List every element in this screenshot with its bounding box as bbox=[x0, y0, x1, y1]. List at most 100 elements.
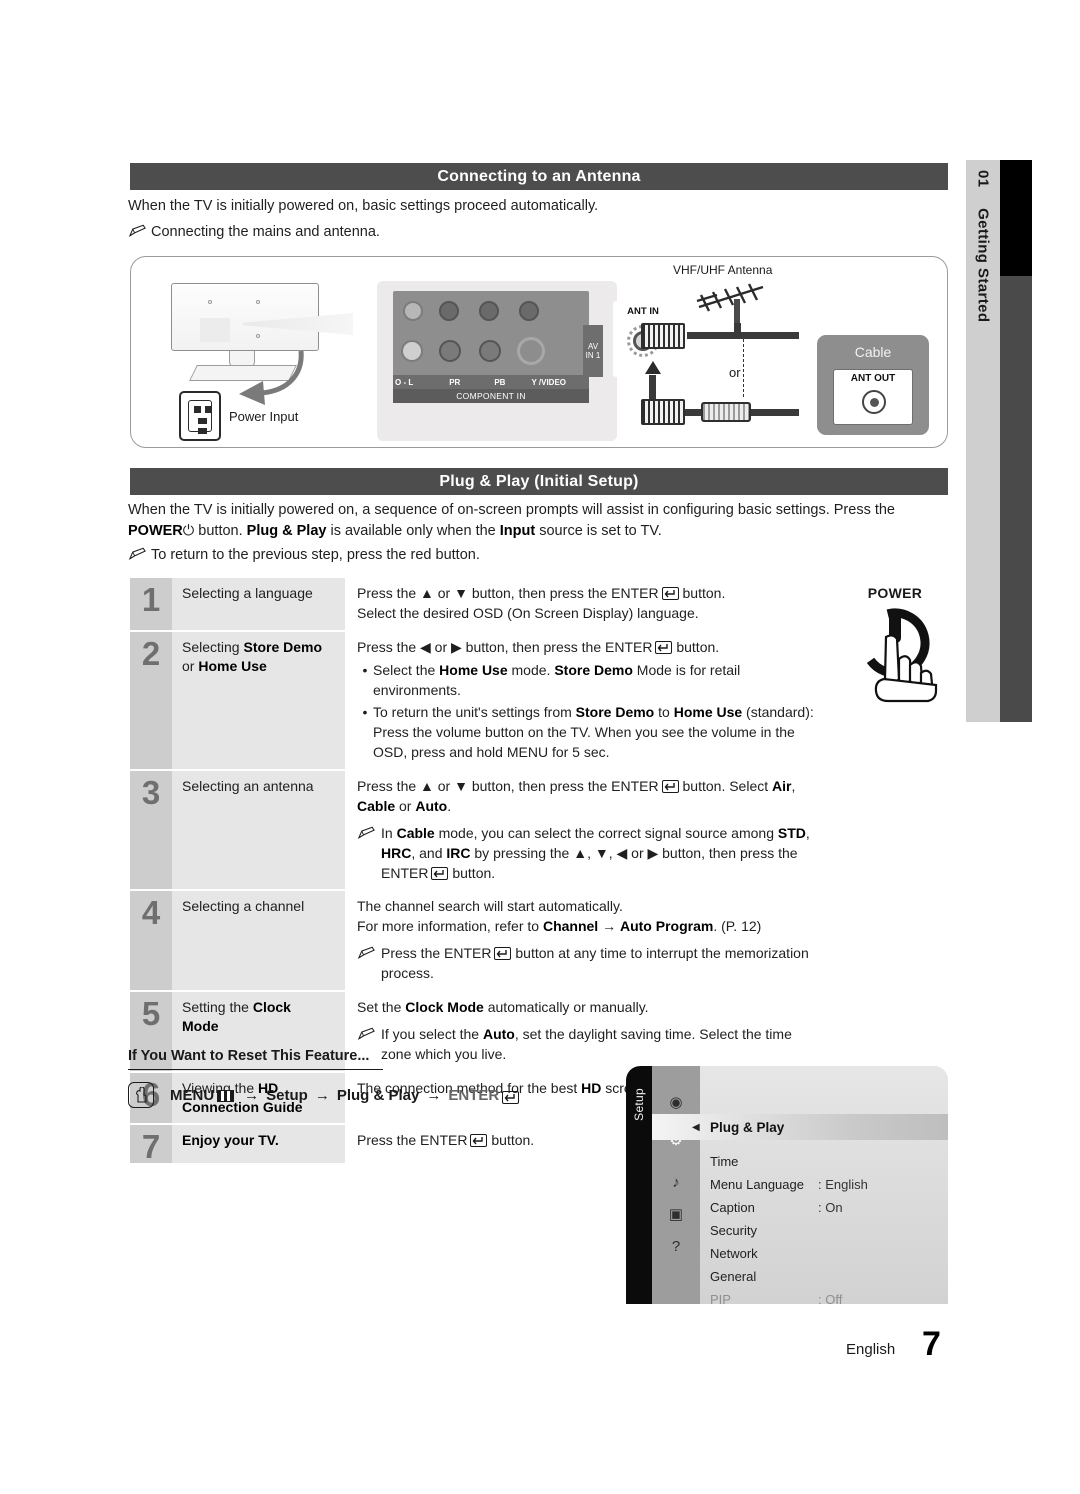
step-desc-line: Set the Clock Mode automatically or manu… bbox=[357, 998, 649, 1015]
jack-top-1 bbox=[403, 301, 423, 321]
reset-setup-label: Setup bbox=[266, 1086, 308, 1104]
coax-connector-bottom bbox=[641, 399, 685, 425]
section-heading-antenna: Connecting to an Antenna bbox=[130, 163, 948, 190]
osd-item[interactable]: Menu Language: English bbox=[700, 1173, 948, 1196]
osd-menu-list: ◀Plug & Play▶TimeMenu Language: EnglishC… bbox=[652, 1066, 948, 1304]
pencil-icon bbox=[357, 826, 376, 840]
section-heading-plug-play: Plug & Play (Initial Setup) bbox=[130, 468, 948, 495]
step-row: 1 Selecting a language Press the ▲ or ▼ bu… bbox=[130, 578, 820, 632]
osd-item-value: : Off bbox=[818, 1292, 843, 1304]
step-bullet: • Select the Home Use mode. Store Demo Mo… bbox=[357, 661, 820, 701]
step-title: Selecting a language bbox=[172, 578, 345, 630]
jack-top-4 bbox=[519, 301, 539, 321]
pencil-icon bbox=[357, 944, 381, 984]
osd-item-value: : English bbox=[818, 1177, 868, 1192]
step-number: 3 bbox=[130, 771, 172, 890]
osd-item[interactable]: Security bbox=[700, 1219, 948, 1242]
step-desc-line: Press the ◀ or ▶ button, then press the … bbox=[357, 638, 720, 655]
step-note: Press the ENTER button at any time to in… bbox=[357, 944, 820, 984]
osd-item[interactable]: General bbox=[700, 1265, 948, 1288]
component-in-label: COMPONENT IN bbox=[393, 389, 589, 403]
step-number: 4 bbox=[130, 891, 172, 990]
step-row: 2 Selecting Store Demo or Home Use Press th… bbox=[130, 631, 820, 771]
jack-label-audio-l: O - L bbox=[395, 377, 414, 387]
step-desc-line: For more information, refer to Channel →… bbox=[357, 918, 762, 935]
av-in-1-line1: AV bbox=[587, 341, 599, 351]
osd-sound-icon[interactable]: ♪ bbox=[662, 1170, 690, 1194]
reset-arrow-2: → bbox=[314, 1086, 330, 1104]
av-in-1-tab: AV IN 1 bbox=[583, 325, 603, 377]
osd-tab-strip: Setup bbox=[626, 1066, 652, 1304]
jack-bottom-pr bbox=[439, 340, 461, 362]
bullet-dot-icon: • bbox=[362, 704, 368, 721]
or-label: or bbox=[729, 365, 741, 380]
osd-item[interactable]: Time bbox=[700, 1150, 948, 1173]
reset-enter-label: ENTER bbox=[448, 1086, 500, 1104]
pencil-icon bbox=[128, 547, 147, 561]
caret-left-icon: ◀ bbox=[692, 1121, 700, 1133]
osd-input-icon[interactable]: ▣ bbox=[662, 1202, 690, 1226]
osd-item-label: Network bbox=[710, 1246, 758, 1261]
jack-label-pr: PR bbox=[449, 377, 461, 387]
jack-bottom-audio-l bbox=[401, 340, 423, 362]
step-note-text: In Cable mode, you can select the correc… bbox=[381, 824, 810, 881]
chapter-side-tab-text: 01 Getting Started bbox=[975, 160, 992, 322]
step-number: 1 bbox=[130, 578, 172, 630]
jack-label-y-video: Y /VIDEO bbox=[531, 377, 566, 387]
step-title: Selecting an antenna bbox=[172, 771, 345, 890]
cable-box-label: Cable bbox=[854, 344, 892, 360]
step-title: Selecting Store Demo or Home Use bbox=[172, 631, 345, 769]
panel-jack-labels-strip: O - L PR PB Y /VIDEO bbox=[393, 375, 589, 389]
cable-box-illustration: Cable ANT OUT bbox=[817, 335, 929, 435]
step-desc-line: Press the ▲ or ▼ button, then press the … bbox=[357, 585, 726, 601]
step-row: 4 Selecting a channel The channel search w… bbox=[130, 891, 820, 992]
enter-icon bbox=[494, 947, 512, 961]
osd-item[interactable]: Network bbox=[700, 1242, 948, 1265]
osd-item[interactable]: PIP: Off bbox=[700, 1288, 948, 1304]
step-description: Set the Clock Mode automatically or manu… bbox=[345, 991, 820, 1071]
step-note: If you select the Auto, set the daylight… bbox=[357, 1025, 820, 1065]
plug-play-intro-paragraph: When the TV is initially powered on, a s… bbox=[128, 500, 948, 542]
osd-item-label: Caption bbox=[710, 1200, 755, 1215]
pp-text-2: button. bbox=[194, 523, 247, 540]
step-number: 2 bbox=[130, 631, 172, 769]
power-input-label: Power Input bbox=[229, 409, 299, 424]
jack-label-pb: PB bbox=[494, 377, 506, 387]
enter-icon bbox=[431, 866, 449, 880]
ant-out-port-box: ANT OUT bbox=[833, 369, 913, 425]
osd-item[interactable]: Caption: On bbox=[700, 1196, 948, 1219]
chapter-side-tab: 01 Getting Started bbox=[966, 160, 1000, 722]
cable-cable-arrow bbox=[645, 361, 661, 374]
reset-arrow-1: → bbox=[244, 1086, 260, 1104]
osd-item-selected[interactable]: ◀Plug & Play▶ bbox=[652, 1114, 948, 1140]
ant-out-label: ANT OUT bbox=[850, 373, 896, 384]
enter-icon bbox=[470, 1134, 488, 1148]
step-note: In Cable mode, you can select the correc… bbox=[357, 824, 820, 884]
jack-bottom-y-video bbox=[517, 337, 545, 365]
step-title: Enjoy your TV. bbox=[172, 1125, 345, 1164]
reset-menu-label: MENU bbox=[170, 1086, 215, 1104]
or-divider-line bbox=[743, 339, 744, 397]
manual-page: 01 Getting Started Connecting to an Ante… bbox=[0, 0, 1080, 1494]
enter-icon bbox=[655, 640, 673, 654]
osd-support-help-icon[interactable]: ? bbox=[662, 1234, 690, 1258]
antenna-note: Connecting the mains and antenna. bbox=[128, 222, 948, 243]
step-description: Press the ▲ or ▼ button, then press the … bbox=[345, 578, 820, 630]
step-title: Selecting a channel bbox=[172, 891, 345, 990]
osd-item-label: Time bbox=[710, 1154, 739, 1169]
power-button-label: POWER bbox=[867, 585, 923, 601]
power-symbol-icon: ⏻ bbox=[182, 523, 195, 540]
plug-play-note: To return to the previous step, press th… bbox=[128, 545, 948, 566]
sidebar-marker-gray bbox=[1000, 276, 1032, 722]
power-arrow-icon bbox=[239, 350, 304, 405]
jack-top-3 bbox=[479, 301, 499, 321]
osd-picture-icon[interactable]: ◉ bbox=[662, 1090, 690, 1114]
step-description: Press the ◀ or ▶ button, then press the … bbox=[345, 631, 820, 769]
jack-bottom-pb bbox=[479, 340, 501, 362]
osd-item-label: General bbox=[710, 1269, 757, 1284]
step-bullet-text: Select the Home Use mode. Store Demo Mod… bbox=[373, 661, 741, 698]
pp-text-4: source is set to TV. bbox=[535, 523, 662, 540]
step-note-text: If you select the Auto, set the daylight… bbox=[381, 1025, 792, 1062]
osd-tab-label: Setup bbox=[632, 1088, 646, 1121]
pencil-icon bbox=[357, 1027, 376, 1041]
